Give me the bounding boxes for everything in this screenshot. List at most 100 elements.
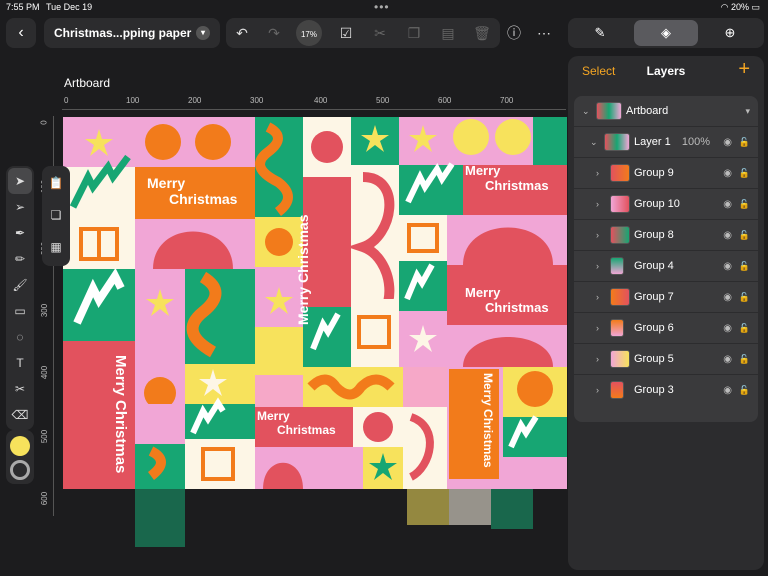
duplicate-tool[interactable]: ❏ <box>42 202 70 228</box>
layer-row-group[interactable]: › Group 10 ◉ 🔓 <box>574 189 758 220</box>
layer-thumbnail <box>604 133 630 151</box>
layer-row-group[interactable]: › Group 9 ◉ 🔓 <box>574 158 758 189</box>
chevron-right-icon[interactable]: › <box>596 251 599 282</box>
eye-icon[interactable]: ◉ <box>723 251 732 282</box>
layer-row-layer-1[interactable]: ⌄ Layer 1 100% ◉ 🔓 <box>574 127 758 158</box>
lasso-tool[interactable]: ◌ <box>6 324 34 350</box>
eraser-tool[interactable]: ⌫ <box>6 402 34 428</box>
document-title-button[interactable]: Christmas...pping paper ▾ <box>44 18 220 48</box>
eye-icon[interactable]: ◉ <box>723 344 732 375</box>
undo-button[interactable]: ↶ <box>228 18 256 48</box>
pencil-tool[interactable]: ✏ <box>6 246 34 272</box>
chevron-right-icon[interactable]: › <box>596 375 599 406</box>
pen-icon: ✒ <box>14 226 26 240</box>
tab-add[interactable]: ⊕ <box>698 18 762 48</box>
layer-row-group[interactable]: › Group 6 ◉ 🔓 <box>574 313 758 344</box>
zoom-level[interactable]: 17% <box>296 20 322 46</box>
edit-toolbar: ↶ ↷ 17% ☑ ✂ ❐ ▤ 🗑 <box>226 18 500 48</box>
clipboard-tool[interactable]: 📋 <box>42 170 70 196</box>
help-toolbar: ⓘ ⋯ <box>500 18 564 48</box>
layer-thumbnail <box>610 164 630 182</box>
lasso-icon: ◌ <box>16 330 24 344</box>
layer-name: Artboard <box>626 105 669 117</box>
layer-row-group[interactable]: › Group 4 ◉ 🔓 <box>574 251 758 282</box>
layer-row-group[interactable]: › Group 8 ◉ 🔓 <box>574 220 758 251</box>
unlock-icon[interactable]: 🔓 <box>739 313 750 344</box>
brush-tool[interactable]: 🖌 <box>6 272 34 298</box>
merry-christmas-text: Merry Christmas <box>257 409 336 437</box>
eye-icon[interactable]: ◉ <box>723 189 732 220</box>
pen-tool[interactable]: ✒ <box>6 220 34 246</box>
multitask-dots[interactable]: ••• <box>374 0 390 14</box>
fill-color-swatch[interactable] <box>10 436 30 456</box>
unlock-icon[interactable]: 🔓 <box>739 282 750 313</box>
copy-button[interactable]: ❐ <box>400 18 428 48</box>
undo-icon: ↶ <box>236 25 248 41</box>
chevron-right-icon[interactable]: › <box>596 282 599 313</box>
delete-button[interactable]: 🗑 <box>468 18 496 48</box>
layer-name: Group 8 <box>634 229 674 241</box>
chevron-down-icon[interactable]: ⌄ <box>582 96 590 127</box>
eraser-icon: ⌫ <box>11 408 29 422</box>
ruler-label: 0 <box>64 96 69 105</box>
rectangle-tool[interactable]: ▭ <box>6 298 34 324</box>
unlock-icon[interactable]: 🔓 <box>739 220 750 251</box>
chevron-right-icon[interactable]: › <box>596 344 599 375</box>
layer-opacity[interactable]: 100% <box>682 127 710 158</box>
merry-christmas-text: Merry Christmas <box>295 214 311 326</box>
cut-button[interactable]: ✂ <box>366 18 394 48</box>
layer-row-group[interactable]: › Group 7 ◉ 🔓 <box>574 282 758 313</box>
add-layer-button[interactable]: + <box>738 58 750 81</box>
eye-icon[interactable]: ◉ <box>723 375 732 406</box>
trash-icon: 🗑 <box>473 25 491 41</box>
ruler-label: 100 <box>126 96 140 105</box>
stroke-color-swatch[interactable] <box>10 460 30 480</box>
eye-icon[interactable]: ◉ <box>723 220 732 251</box>
unlock-icon[interactable]: 🔓 <box>739 127 750 158</box>
layer-row-group[interactable]: › Group 3 ◉ 🔓 <box>574 375 758 406</box>
unlock-icon[interactable]: 🔓 <box>739 158 750 189</box>
tab-style[interactable]: ✎ <box>568 18 632 48</box>
eye-icon[interactable]: ◉ <box>723 313 732 344</box>
unlock-icon[interactable]: 🔓 <box>739 344 750 375</box>
artboard-label: Artboard <box>64 76 111 90</box>
ruler-label: 200 <box>188 96 202 105</box>
layer-thumbnail <box>610 195 630 213</box>
layer-row-group[interactable]: › Group 5 ◉ 🔓 <box>574 344 758 375</box>
unlock-icon[interactable]: 🔓 <box>739 251 750 282</box>
chevron-right-icon[interactable]: › <box>596 158 599 189</box>
chevron-down-icon[interactable]: ⌄ <box>590 127 598 158</box>
eye-icon[interactable]: ◉ <box>723 282 732 313</box>
ruler-label: 400 <box>314 96 328 105</box>
eye-icon[interactable]: ◉ <box>723 127 732 158</box>
more-button[interactable]: ⋯ <box>530 18 558 48</box>
layer-row-artboard[interactable]: ⌄ Artboard ▾ <box>574 96 758 127</box>
scissors-tool[interactable]: ✂ <box>6 376 34 402</box>
select-button[interactable]: Select <box>582 64 615 78</box>
tab-layers[interactable]: ◈ <box>634 20 698 46</box>
ruler-label: 400 <box>40 365 50 380</box>
chevron-right-icon[interactable]: › <box>596 313 599 344</box>
chevron-right-icon[interactable]: › <box>596 189 599 220</box>
unlock-icon[interactable]: 🔓 <box>739 189 750 220</box>
merry-christmas-text: Merry Christmas <box>465 285 549 315</box>
select-all-button[interactable]: ☑ <box>332 18 360 48</box>
arrange-tool[interactable]: ▦ <box>42 234 70 260</box>
scissors-icon: ✂ <box>374 25 386 41</box>
help-button[interactable]: ⓘ <box>500 18 528 48</box>
back-button[interactable]: ‹ <box>6 18 36 48</box>
redo-button[interactable]: ↷ <box>260 18 288 48</box>
text-tool[interactable]: T <box>6 350 34 376</box>
artboard-settings-icon[interactable]: ▾ <box>745 96 750 127</box>
selection-tool[interactable]: ➤ <box>8 168 32 194</box>
layers-panel: Layers Select + ⌄ Artboard ▾ ⌄ Layer 1 1… <box>568 56 764 570</box>
unlock-icon[interactable]: 🔓 <box>739 375 750 406</box>
artboard[interactable]: Merry Christmas Merry Christmas Merry Ch… <box>63 117 567 489</box>
checkbox-icon: ☑ <box>339 25 353 41</box>
direct-arrow-icon: ➢ <box>14 200 26 214</box>
status-bar: 7:55 PM Tue Dec 19 ••• ◠ 20% ▭ <box>0 0 768 14</box>
eye-icon[interactable]: ◉ <box>723 158 732 189</box>
paste-button[interactable]: ▤ <box>434 18 462 48</box>
chevron-right-icon[interactable]: › <box>596 220 599 251</box>
direct-selection-tool[interactable]: ➢ <box>6 194 34 220</box>
